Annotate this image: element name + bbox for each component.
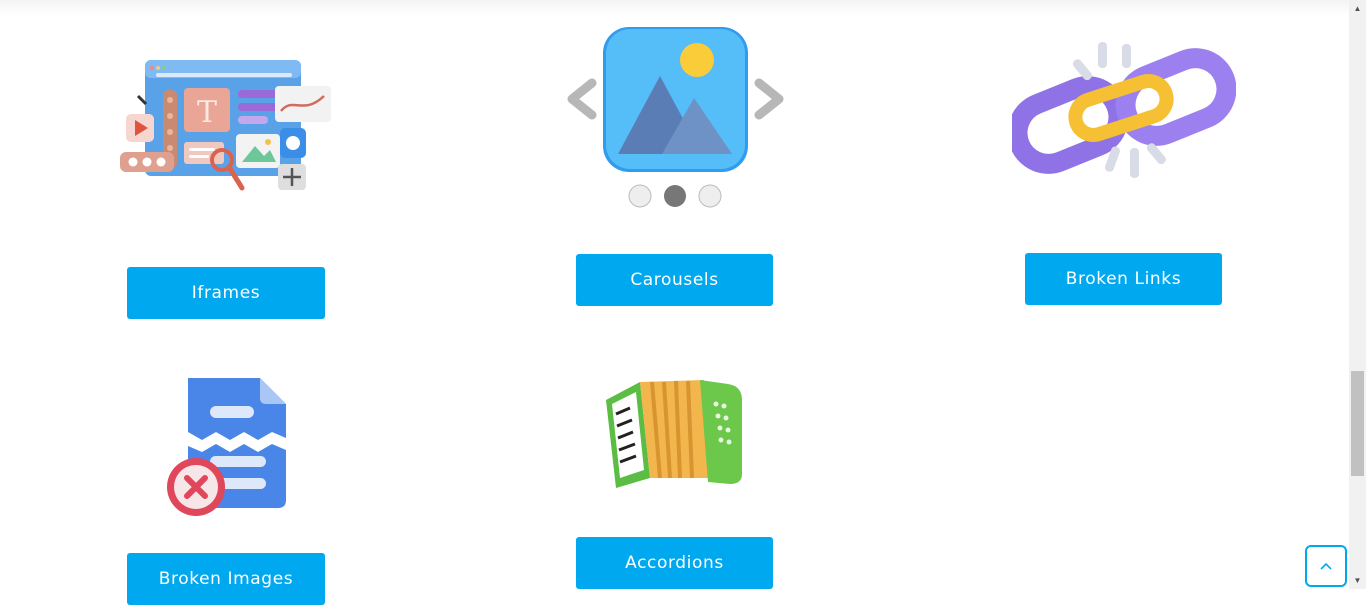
back-to-top-button[interactable] bbox=[1305, 545, 1347, 587]
scroll-down-arrow-icon[interactable]: ▼ bbox=[1349, 572, 1366, 589]
header-shadow bbox=[0, 0, 1349, 16]
broken-links-button[interactable]: Broken Links bbox=[1025, 253, 1222, 305]
carousel-illustration-icon bbox=[567, 27, 784, 208]
scrollbar-thumb[interactable] bbox=[1351, 371, 1364, 476]
scroll-up-arrow-icon[interactable]: ▲ bbox=[1349, 0, 1366, 17]
broken-image-document-icon bbox=[167, 378, 286, 516]
iframes-button[interactable]: Iframes bbox=[127, 267, 325, 319]
accordion-instrument-icon bbox=[606, 380, 742, 488]
svg-text:T: T bbox=[197, 95, 217, 130]
iframes-illustration-icon: T bbox=[120, 60, 331, 191]
accordions-button[interactable]: Accordions bbox=[576, 537, 773, 589]
broken-images-button[interactable]: Broken Images bbox=[127, 553, 325, 605]
broken-chain-link-icon bbox=[1012, 42, 1236, 178]
chevron-up-icon bbox=[1320, 562, 1332, 570]
scrollbar-track[interactable] bbox=[1349, 0, 1366, 589]
carousels-button[interactable]: Carousels bbox=[576, 254, 773, 306]
